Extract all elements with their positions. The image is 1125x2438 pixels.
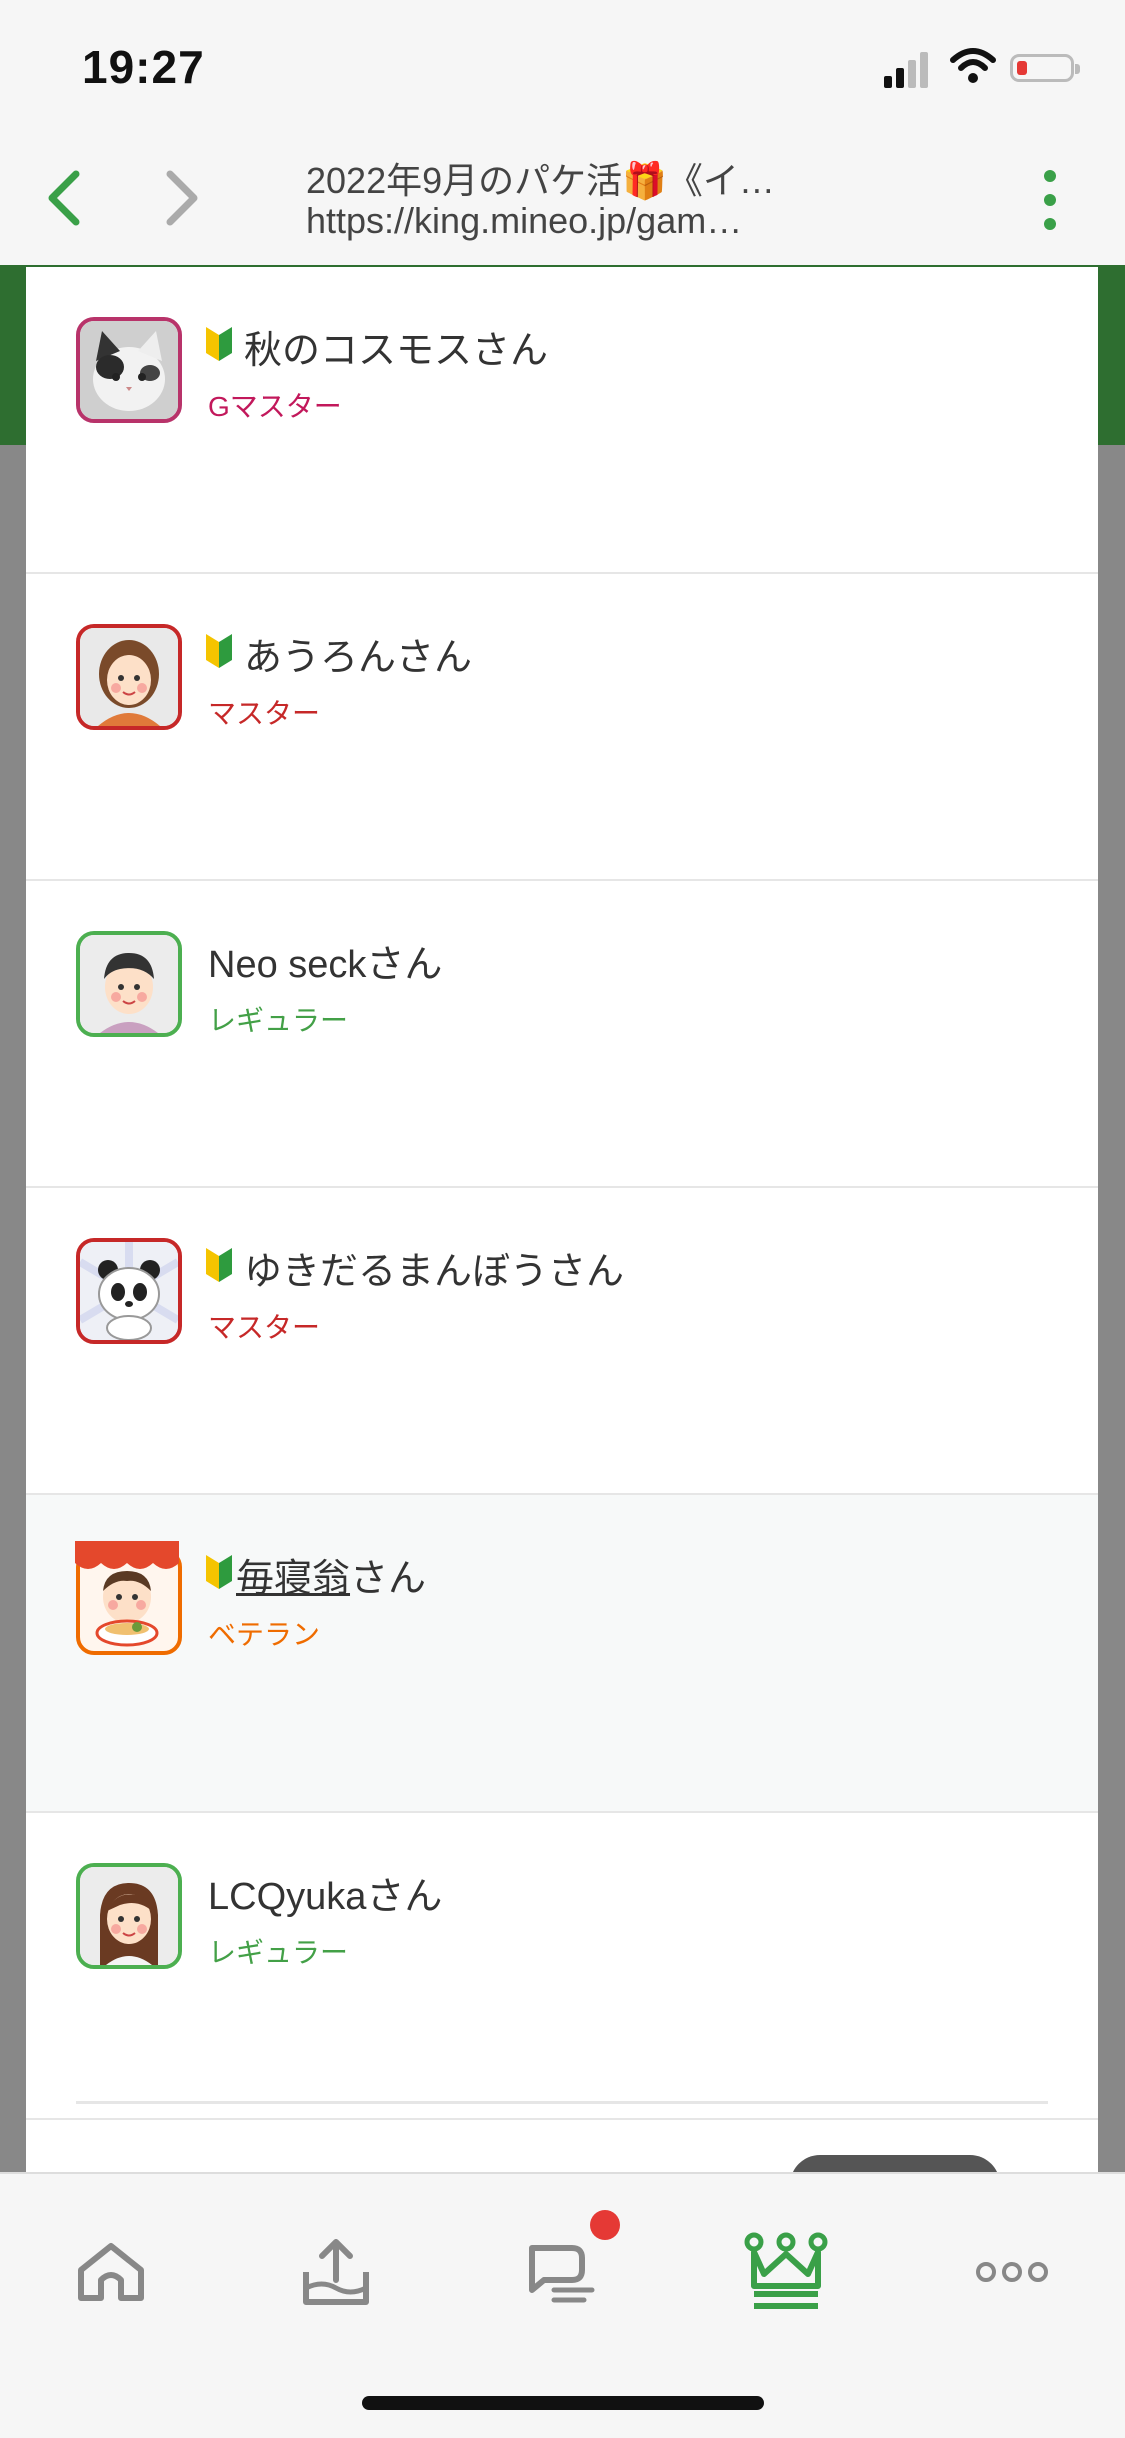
cellular-signal-icon <box>884 50 930 88</box>
member-name[interactable]: あうろんさん <box>244 626 472 681</box>
member-name[interactable]: ゆきだるまんぼうさん <box>244 1240 624 1295</box>
page-title: 2022年9月のパケ活🎁《イ… <box>306 160 775 201</box>
more-vertical-icon[interactable] <box>1035 170 1065 230</box>
member-rank: レギュラー <box>208 1005 349 1036</box>
notification-badge <box>590 2210 620 2240</box>
list-item[interactable]: あうろんさん マスター <box>26 574 1098 881</box>
home-indicator[interactable] <box>362 2396 764 2410</box>
floating-button[interactable] <box>790 2155 1000 2172</box>
forward-button[interactable] <box>152 168 212 228</box>
ramen-shop-avatar-icon <box>75 1541 179 1647</box>
member-rank: マスター <box>208 698 321 729</box>
avatar[interactable] <box>76 931 182 1037</box>
tab-home[interactable] <box>51 2212 171 2332</box>
divider <box>76 2101 1048 2104</box>
man-avatar-icon <box>80 935 178 1033</box>
member-rank: ベテラン <box>208 1619 321 1650</box>
member-rank: レギュラー <box>208 1937 349 1968</box>
beginner-mark-icon <box>206 634 232 668</box>
avatar[interactable] <box>76 1238 182 1344</box>
avatar[interactable] <box>76 317 182 423</box>
list-item[interactable]: 秋のコスモスさん Gマスター <box>26 267 1098 574</box>
browser-toolbar: 2022年9月のパケ活🎁《イ… https://king.mineo.jp/ga… <box>0 130 1125 267</box>
status-bar: 19:27 <box>0 0 1125 130</box>
tab-upload[interactable] <box>276 2212 396 2332</box>
avatar[interactable] <box>76 1863 182 1969</box>
member-name[interactable]: Neo seckさん <box>208 933 442 988</box>
page-url[interactable]: https://king.mineo.jp/gam… <box>306 200 742 242</box>
tab-more[interactable] <box>952 2212 1072 2332</box>
chat-icon <box>529 2245 595 2303</box>
beginner-mark-icon <box>206 1555 232 1589</box>
tab-bar <box>0 2172 1125 2438</box>
list-item[interactable]: 毎寝翁さん ベテラン <box>26 1495 1098 1813</box>
member-name[interactable]: LCQyukaさん <box>208 1865 442 1920</box>
member-name-suffix: さん <box>350 1558 427 1600</box>
avatar[interactable] <box>75 1541 182 1655</box>
member-name-link[interactable]: 毎寝翁 <box>236 1558 350 1600</box>
list-item[interactable]: LCQyukaさん レギュラー <box>26 1813 1098 2120</box>
chevron-right-icon <box>166 170 198 226</box>
beginner-mark-icon <box>206 327 232 361</box>
back-button[interactable] <box>34 168 94 228</box>
crown-icon <box>744 2232 828 2309</box>
member-rank: マスター <box>208 1312 321 1343</box>
tab-ranking[interactable] <box>726 2212 846 2332</box>
woman-avatar-icon <box>80 628 178 726</box>
wifi-icon <box>950 48 996 83</box>
more-icon <box>976 2262 1048 2282</box>
member-name[interactable]: 秋のコスモスさん <box>244 319 548 374</box>
home-icon <box>78 2243 144 2301</box>
panda-avatar-icon <box>80 1242 178 1340</box>
upload-icon <box>303 2239 369 2305</box>
cat-avatar-icon <box>80 321 178 419</box>
list-item[interactable]: Neo seckさん レギュラー <box>26 881 1098 1188</box>
list-item[interactable]: ゆきだるまんぼうさん マスター <box>26 1188 1098 1495</box>
battery-icon <box>1010 54 1080 82</box>
member-rank: Gマスター <box>208 391 342 422</box>
member-list-sheet: 秋のコスモスさん Gマスター あうろんさん マスター Neo seckさん レギ… <box>26 267 1098 2172</box>
chevron-left-icon <box>48 170 80 226</box>
woman-long-hair-avatar-icon <box>80 1867 178 1965</box>
beginner-mark-icon <box>206 1248 232 1282</box>
status-time: 19:27 <box>82 41 205 93</box>
member-name[interactable]: 毎寝翁さん <box>236 1547 426 1602</box>
avatar[interactable] <box>76 624 182 730</box>
